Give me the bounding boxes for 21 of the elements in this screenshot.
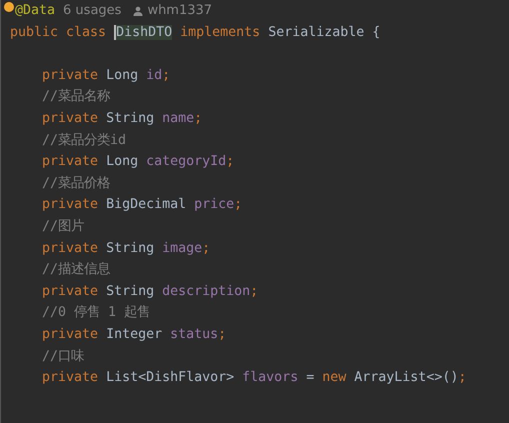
code-line: //菜品名称 (42, 89, 110, 104)
code-line: private List<DishFlavor> flavors = new ArrayList<>(); (42, 370, 466, 386)
code-line: //菜品价格 (42, 176, 110, 191)
code-line: private Integer status; (42, 326, 226, 342)
code-line: private String image; (42, 240, 210, 256)
code-line: private BigDecimal price; (42, 197, 242, 212)
code-line: private Long categoryId; (42, 154, 234, 170)
code-line: //菜品分类id (42, 132, 126, 148)
annotation: @Data (15, 3, 56, 18)
code-line: //描述信息 (42, 262, 110, 278)
author-hint[interactable]: whm1337 (147, 3, 212, 18)
usages-hint[interactable]: 6 usages (63, 3, 122, 18)
code-line: //图片 (42, 218, 84, 234)
code-line: private String name; (42, 110, 202, 126)
person-icon (133, 6, 144, 16)
code-line: private String description; (42, 284, 258, 299)
code-line: public class DishDTO implements Serializable { (10, 24, 380, 40)
code-line: private Long id; (42, 68, 170, 83)
code-line: //口味 (42, 348, 84, 364)
code-line: //0 停售 1 起售 (42, 305, 150, 320)
breakpoint-dot[interactable] (4, 2, 14, 12)
